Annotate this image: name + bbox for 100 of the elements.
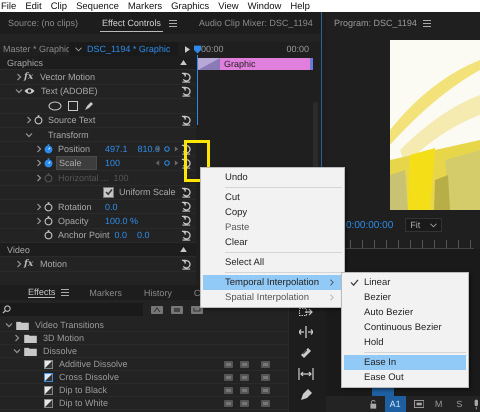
expand-chevron-icon[interactable] bbox=[14, 73, 24, 82]
menu-item[interactable]: Clear bbox=[203, 235, 342, 250]
keyframe-navigator-icon[interactable] bbox=[154, 159, 180, 168]
rectangle-tool-icon[interactable] bbox=[68, 100, 78, 111]
menu-item[interactable]: Auto Bezier bbox=[344, 305, 466, 320]
track-toggle[interactable]: M bbox=[432, 397, 446, 411]
timecode[interactable]: 0:00:00:00 bbox=[346, 220, 394, 230]
slip-icon[interactable] bbox=[298, 368, 314, 380]
panel-tab[interactable]: Markers bbox=[89, 288, 122, 298]
menu-bar-item[interactable]: Help bbox=[290, 0, 310, 12]
reset-icon[interactable] bbox=[181, 230, 192, 241]
transition-name[interactable]: Cross Dissolve bbox=[59, 372, 120, 382]
expand-chevron-icon[interactable] bbox=[24, 116, 34, 124]
reset-icon[interactable] bbox=[181, 186, 192, 198]
ellipse-tool-icon[interactable] bbox=[48, 100, 62, 111]
menu-bar-item[interactable]: Clip bbox=[50, 0, 68, 12]
property-value[interactable]: 100 bbox=[105, 158, 120, 168]
folder-name[interactable]: Video Transitions bbox=[35, 320, 104, 330]
reset-icon[interactable] bbox=[181, 86, 192, 97]
menu-bar-item[interactable]: File bbox=[1, 0, 16, 12]
expand-chevron-icon[interactable] bbox=[34, 145, 44, 154]
menu-item[interactable]: Ease Out bbox=[344, 370, 466, 385]
menu-bar-item[interactable]: Markers bbox=[128, 0, 162, 12]
folder-name[interactable]: Dissolve bbox=[43, 346, 78, 356]
menu-item[interactable]: Linear bbox=[344, 275, 466, 290]
menu-bar-item[interactable]: Sequence bbox=[76, 0, 119, 12]
panel-tab[interactable]: Effects bbox=[28, 287, 56, 298]
menu-item[interactable]: Bezier bbox=[344, 290, 466, 305]
pen-tool-icon[interactable] bbox=[84, 100, 94, 111]
expand-chevron-icon[interactable] bbox=[34, 216, 44, 225]
menu-item[interactable]: Undo bbox=[203, 170, 342, 185]
panel-tab[interactable]: Source: (no clips) bbox=[6, 15, 80, 31]
collapse-triangle-icon[interactable] bbox=[180, 60, 187, 66]
search-field[interactable] bbox=[0, 303, 143, 316]
panel-menu-icon[interactable] bbox=[61, 289, 70, 296]
microphone-icon[interactable] bbox=[473, 398, 480, 410]
menu-item[interactable]: Temporal Interpolation bbox=[203, 275, 342, 290]
property-value[interactable]: 0.0 bbox=[114, 230, 128, 240]
expand-chevron-icon[interactable] bbox=[12, 334, 22, 342]
graphic-clip-bar[interactable]: Graphic bbox=[198, 58, 313, 70]
property-value[interactable]: 810.0 bbox=[138, 144, 160, 154]
panel-menu-icon[interactable] bbox=[422, 20, 431, 26]
panel-title[interactable]: Program: DSC_1194 bbox=[334, 18, 417, 28]
transition-name[interactable]: Dip to Black bbox=[59, 385, 108, 395]
bit-depth-filter-icon[interactable] bbox=[171, 305, 183, 314]
folder-name[interactable]: 3D Motion bbox=[43, 333, 84, 343]
expand-chevron-icon[interactable] bbox=[14, 260, 24, 268]
play-icon[interactable] bbox=[185, 46, 190, 52]
reset-icon[interactable] bbox=[181, 215, 192, 226]
playhead-icon[interactable] bbox=[194, 45, 201, 54]
expand-chevron-icon[interactable] bbox=[34, 202, 44, 211]
transition-name[interactable]: Dip to White bbox=[59, 398, 108, 408]
lock-icon[interactable] bbox=[370, 400, 377, 408]
collapse-chevron-icon[interactable] bbox=[14, 87, 24, 96]
panel-menu-icon[interactable] bbox=[168, 20, 177, 26]
reset-icon[interactable] bbox=[181, 201, 192, 212]
collapse-chevron-icon[interactable] bbox=[4, 321, 14, 329]
reset-icon[interactable] bbox=[181, 158, 192, 169]
menu-bar-item[interactable]: Edit bbox=[25, 0, 42, 12]
property-value[interactable]: 497.1 bbox=[105, 144, 128, 154]
stopwatch-icon[interactable] bbox=[44, 144, 53, 154]
checkbox[interactable] bbox=[103, 186, 114, 198]
stopwatch-icon[interactable] bbox=[44, 158, 53, 168]
menu-item[interactable]: Select All bbox=[203, 255, 342, 270]
panel-tab[interactable]: C bbox=[194, 288, 200, 298]
menu-item[interactable]: Hold bbox=[344, 335, 466, 350]
yuv-filter-icon[interactable] bbox=[191, 305, 203, 314]
collapse-triangle-icon[interactable] bbox=[180, 247, 187, 252]
property-value[interactable]: 100.0 % bbox=[105, 216, 138, 226]
panel-tab[interactable]: Audio Clip Mixer: DSC_1194 bbox=[196, 15, 315, 31]
reset-icon[interactable] bbox=[181, 144, 192, 155]
fx-badge[interactable]: fx bbox=[24, 72, 38, 82]
dropdown-caret-icon[interactable] bbox=[75, 46, 82, 52]
track-toggle[interactable]: S bbox=[453, 397, 466, 411]
property-value[interactable]: 0.0 bbox=[137, 230, 150, 240]
master-clip-label[interactable]: Master * Graphic bbox=[0, 44, 69, 54]
accelerated-filter-icon[interactable] bbox=[151, 305, 163, 314]
menu-item[interactable]: Copy bbox=[203, 205, 342, 220]
reset-icon[interactable] bbox=[181, 72, 192, 83]
expand-chevron-icon[interactable] bbox=[34, 159, 44, 168]
fx-badge[interactable]: fx bbox=[24, 259, 38, 270]
menu-item[interactable]: Ease In bbox=[344, 355, 466, 370]
zoom-dropdown[interactable]: Fit bbox=[405, 218, 442, 232]
menu-bar-item[interactable]: View bbox=[218, 0, 239, 12]
sync-lock-icon[interactable] bbox=[414, 400, 424, 408]
razor-icon[interactable] bbox=[300, 347, 312, 359]
collapse-chevron-icon[interactable] bbox=[24, 130, 34, 139]
reset-icon[interactable] bbox=[181, 258, 192, 270]
panel-tab[interactable]: History bbox=[144, 288, 172, 298]
menu-item[interactable]: Continuous Bezier bbox=[344, 320, 466, 335]
panel-tab[interactable]: Effect Controls bbox=[100, 14, 163, 32]
track-toggle[interactable]: A1 bbox=[384, 396, 406, 412]
menu-bar-item[interactable]: Window bbox=[248, 0, 282, 12]
menu-bar-item[interactable]: Graphics bbox=[171, 0, 210, 12]
menu-item[interactable]: Cut bbox=[203, 190, 342, 205]
collapse-chevron-icon[interactable] bbox=[12, 347, 22, 355]
eye-icon[interactable] bbox=[24, 87, 35, 96]
transition-name[interactable]: Additive Dissolve bbox=[59, 359, 128, 369]
reset-icon[interactable] bbox=[181, 114, 192, 126]
property-value[interactable]: 0.0 bbox=[105, 202, 118, 212]
